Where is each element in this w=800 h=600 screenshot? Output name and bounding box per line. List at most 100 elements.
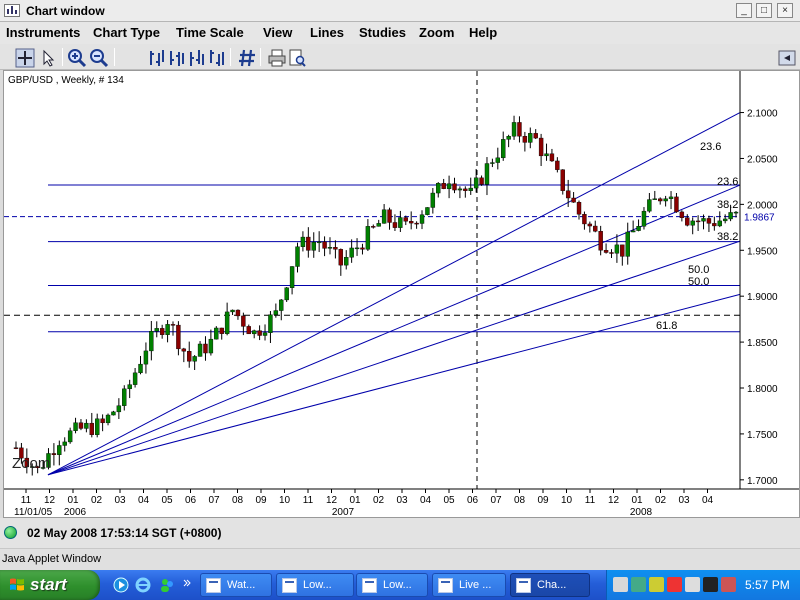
candle-body — [712, 223, 717, 227]
taskbar-item-3[interactable]: Live ... — [432, 573, 506, 597]
printer-icon[interactable] — [685, 577, 700, 592]
toolbar-separator — [62, 48, 63, 66]
menu-instruments[interactable]: Instruments — [6, 25, 80, 40]
antivirus-icon[interactable] — [667, 577, 682, 592]
x-year-label: 2007 — [332, 507, 355, 517]
x-tick-label: 02 — [373, 495, 385, 506]
menu-studies[interactable]: Studies — [359, 25, 406, 40]
media-player-icon[interactable] — [112, 576, 130, 594]
quick-launch-expand-icon[interactable] — [182, 576, 192, 594]
candle-body — [630, 230, 636, 233]
close-button[interactable]: × — [777, 3, 793, 18]
candle-body — [214, 327, 219, 340]
menu-chart-type[interactable]: Chart Type — [93, 25, 160, 40]
candle-body — [338, 249, 344, 266]
candle-body — [533, 133, 538, 139]
candle-body — [468, 187, 473, 191]
x-tick-label: 06 — [467, 495, 479, 506]
taskbar-item-1[interactable]: Low... — [276, 573, 354, 597]
messenger-icon[interactable] — [158, 576, 176, 594]
menu-bar: Instruments Chart Type Time Scale View L… — [0, 22, 800, 44]
toolbar-separator — [230, 48, 231, 66]
y-tick-label: 1.8000 — [747, 384, 778, 395]
zoom-in-icon[interactable] — [66, 47, 87, 68]
candle-body — [490, 162, 495, 164]
crosshair-icon[interactable] — [14, 47, 35, 68]
line-chart-icon[interactable] — [186, 47, 206, 67]
x-tick-label: 10 — [561, 495, 573, 506]
internet-explorer-icon[interactable] — [134, 576, 152, 594]
toolbar — [0, 44, 800, 70]
print-preview-icon[interactable] — [286, 47, 306, 67]
x-tick-label: 01 — [67, 495, 79, 506]
candle-body — [376, 223, 381, 227]
candle-body — [576, 202, 582, 215]
connection-status-icon — [4, 526, 17, 539]
current-price-label: 1.9867 — [744, 213, 775, 224]
x-tick-label: 08 — [232, 495, 244, 506]
candle-body — [273, 310, 279, 315]
security-icon[interactable] — [649, 577, 664, 592]
x-tick-label: 01 — [349, 495, 361, 506]
y-tick-label: 1.7000 — [747, 476, 778, 487]
window-title: Chart window — [26, 4, 105, 18]
menu-time-scale[interactable]: Time Scale — [176, 25, 244, 40]
network-icon[interactable] — [613, 577, 628, 592]
x-tick-label: 12 — [44, 495, 56, 506]
candle-body — [733, 211, 739, 214]
chart-app-icon — [4, 4, 20, 17]
fib-label: 38.2 — [717, 199, 738, 211]
x-tick-label: 05 — [443, 495, 455, 506]
bar-chart-icon[interactable] — [146, 47, 166, 67]
volume-icon[interactable] — [631, 577, 646, 592]
taskbar-item-0[interactable]: Wat... — [200, 573, 272, 597]
zoom-out-icon[interactable] — [88, 47, 109, 68]
cursor-icon[interactable] — [38, 47, 58, 67]
toolbar-separator — [260, 48, 261, 66]
x-tick-label: 09 — [255, 495, 267, 506]
candle-body — [587, 223, 593, 227]
candle-body — [695, 220, 701, 223]
windows-flag-icon — [10, 578, 24, 591]
candle-body — [132, 372, 138, 385]
ohlc-chart-icon[interactable] — [206, 47, 226, 67]
menu-lines[interactable]: Lines — [310, 25, 344, 40]
minimize-button[interactable]: _ — [736, 3, 752, 18]
candle-body — [582, 214, 587, 225]
candle-body — [235, 309, 241, 317]
price-chart[interactable]: 23.6 23.6 38.2 38.2 50.050.0 61.8 2.1000 2.050… — [4, 71, 799, 517]
x-tick-label: 07 — [208, 495, 220, 506]
maximize-button[interactable]: □ — [756, 3, 772, 18]
nvidia-icon[interactable] — [703, 577, 718, 592]
candle-body — [371, 226, 376, 228]
chart-panel[interactable]: 23.6 23.6 38.2 38.2 50.0 50.0 61.8 2.1000 2.050… — [3, 70, 800, 518]
dock-icon[interactable] — [776, 47, 796, 67]
candle-body — [717, 220, 722, 227]
x-tick-label: 01 — [631, 495, 643, 506]
candle-body — [360, 247, 365, 250]
candle-body — [365, 226, 371, 250]
menu-view[interactable]: View — [263, 25, 292, 40]
candle-body — [51, 453, 57, 455]
candle-body — [241, 315, 246, 327]
start-button[interactable]: start — [0, 570, 100, 600]
start-label: start — [30, 575, 67, 594]
candle-body — [425, 207, 430, 215]
candle-chart-icon[interactable] — [166, 47, 186, 67]
candle-body — [349, 247, 354, 258]
grid-icon[interactable] — [236, 47, 256, 67]
candle-body — [381, 209, 387, 224]
print-icon[interactable] — [266, 47, 286, 67]
taskbar-item-4[interactable]: Cha... — [510, 573, 590, 597]
candle-body — [208, 338, 214, 354]
candle-body — [127, 384, 132, 390]
taskbar-item-2[interactable]: Low... — [356, 573, 428, 597]
menu-zoom[interactable]: Zoom — [419, 25, 454, 40]
candle-body — [609, 252, 614, 254]
candle-body — [181, 348, 187, 352]
taskbar: start Wat... Low... Low... Live ... Cha.… — [0, 570, 800, 600]
menu-help[interactable]: Help — [469, 25, 497, 40]
zoom-label: Zoom — [12, 455, 50, 472]
update-icon[interactable] — [721, 577, 736, 592]
candle-body — [419, 214, 425, 224]
